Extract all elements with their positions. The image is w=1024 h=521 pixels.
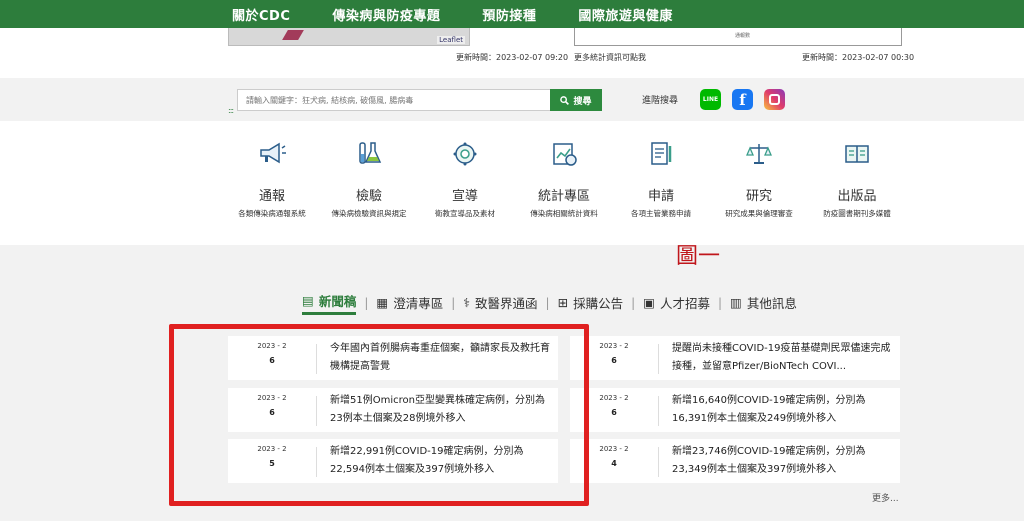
test-tube-icon: [359, 142, 382, 164]
virus-icon: [453, 142, 477, 166]
map-panel[interactable]: Leaflet: [228, 28, 470, 46]
chart-icon: [553, 143, 577, 166]
service-desc: 防疫圖書期刊多媒體: [823, 209, 891, 218]
top-navigation: 關於CDC 傳染病與防疫專題 預防接種 國際旅遊與健康: [0, 0, 1024, 28]
line-icon-label: LINE: [702, 96, 719, 103]
service-promotion[interactable]: 宣導 衛教宣導品及素材: [410, 140, 520, 219]
statistics-chart-panel: 通報數: [574, 28, 902, 46]
grip-dots-icon: :::: [228, 106, 234, 115]
service-lab-test[interactable]: 檢驗 傳染病檢驗資訊與規定: [314, 140, 424, 219]
search-input[interactable]: [237, 89, 551, 111]
chart-caption: 通報數: [735, 33, 751, 39]
tab-label: 其他訊息: [746, 295, 797, 311]
clipboard-icon: ▣: [643, 294, 655, 310]
scale-icon: [746, 144, 772, 164]
news-divider: [658, 396, 659, 426]
news-title[interactable]: 新增23,746例COVID-19確定病例，分別為23,349例本土個案及397…: [672, 443, 892, 481]
search-icon: [560, 95, 570, 105]
service-statistics[interactable]: 統計專區 傳染病相關統計資料: [509, 140, 619, 219]
tab-separator: |: [631, 296, 636, 310]
more-link[interactable]: 更多...: [872, 491, 899, 504]
tab-separator: |: [364, 296, 369, 310]
megaphone-icon: [260, 142, 286, 164]
facebook-icon-label: f: [739, 90, 746, 109]
nav-item-about[interactable]: 關於CDC: [232, 5, 290, 24]
service-application[interactable]: 申請 各項主管業務申請: [606, 140, 716, 219]
line-icon[interactable]: LINE: [700, 89, 721, 110]
service-publications[interactable]: 出版品 防疫圖書期刊多媒體: [802, 140, 912, 219]
news-item[interactable]: 2023 - 24 新增23,746例COVID-19確定病例，分別為23,34…: [570, 439, 900, 483]
tab-label: 採購公告: [573, 295, 624, 311]
facebook-icon[interactable]: f: [732, 89, 753, 110]
tab-separator: |: [717, 296, 722, 310]
tab-recruitment[interactable]: ▣ 人才招募: [643, 293, 710, 314]
more-statistics-link[interactable]: 更多統計資訊可點我: [574, 52, 646, 63]
instagram-ring: [769, 94, 780, 105]
document-icon: ▥: [730, 294, 742, 310]
service-title: 宣導: [451, 189, 478, 204]
advanced-search-link[interactable]: 進階搜尋: [642, 93, 678, 106]
highlight-box: [169, 324, 589, 506]
tab-medical-letters[interactable]: ⚕ 致醫界通函: [463, 293, 537, 314]
service-desc: 各項主管業務申請: [631, 209, 691, 218]
tab-separator: |: [451, 296, 456, 310]
service-title: 統計專區: [537, 189, 590, 204]
service-desc: 各類傳染病通報系統: [238, 209, 306, 218]
cart-icon: ⊞: [557, 294, 569, 310]
nav-item-diseases[interactable]: 傳染病與防疫專題: [332, 5, 440, 24]
tab-press-releases[interactable]: ▤ 新聞稿: [302, 291, 357, 315]
form-icon: [651, 142, 672, 165]
news-tabs: ▤ 新聞稿 | ▦ 澄清專區 | ⚕ 致醫界通函 | ⊞ 採購公告 | ▣ 人才招募 | …: [302, 291, 797, 315]
instagram-icon[interactable]: [764, 89, 785, 110]
newspaper-icon: ▤: [302, 293, 314, 308]
service-desc: 衛教宣導品及素材: [435, 209, 495, 218]
service-desc: 傳染病相關統計資料: [530, 209, 598, 218]
search-button-label: 搜尋: [573, 96, 592, 107]
service-report[interactable]: 通報 各類傳染病通報系統: [217, 140, 327, 219]
tab-label: 致醫界通函: [475, 295, 538, 311]
news-title[interactable]: 提醒尚未接種COVID-19疫苗基礎劑民眾儘速完成接種，並留意Pfizer/Bi…: [672, 340, 892, 378]
chart-update-time: 更新時間：2023-02-07 00:30: [802, 53, 915, 62]
tab-other-news[interactable]: ▥ 其他訊息: [730, 293, 797, 314]
search-button[interactable]: 搜尋: [550, 89, 602, 111]
service-research[interactable]: 研究 研究成果與倫理審查: [704, 140, 814, 219]
calendar-icon: ▦: [376, 294, 389, 310]
service-title: 研究: [745, 189, 772, 204]
tab-label: 澄清專區: [393, 295, 444, 311]
service-title: 檢驗: [355, 189, 382, 204]
news-item[interactable]: 2023 - 26 提醒尚未接種COVID-19疫苗基礎劑民眾儘速完成接種，並留…: [570, 336, 900, 380]
news-divider: [658, 447, 659, 477]
service-desc: 研究成果與倫理審查: [725, 209, 793, 218]
tab-clarifications[interactable]: ▦ 澄清專區: [376, 293, 443, 314]
tab-procurement[interactable]: ⊞ 採購公告: [558, 293, 624, 314]
map-attribution[interactable]: Leaflet: [437, 36, 465, 44]
service-title: 通報: [258, 189, 285, 204]
news-item[interactable]: 2023 - 26 新增16,640例COVID-19確定病例，分別為16,39…: [570, 388, 900, 432]
news-title[interactable]: 新增16,640例COVID-19確定病例，分別為16,391例本土個案及249…: [672, 392, 892, 430]
map-update-time: 更新時間：2023-02-07 09:20: [456, 53, 569, 62]
tab-label: 人才招募: [659, 295, 710, 311]
tab-label: 新聞稿: [318, 294, 357, 309]
figure-annotation: 圖一: [676, 244, 721, 269]
service-title: 申請: [647, 189, 674, 204]
tab-separator: |: [545, 296, 550, 310]
nav-item-travel[interactable]: 國際旅遊與健康: [578, 5, 673, 24]
news-divider: [658, 344, 659, 374]
book-icon: [845, 145, 869, 163]
stethoscope-icon: ⚕: [463, 294, 471, 310]
service-title: 出版品: [837, 189, 877, 204]
service-desc: 傳染病檢驗資訊與規定: [331, 209, 407, 218]
map-marker-icon: [282, 30, 304, 40]
nav-item-vaccination[interactable]: 預防接種: [482, 5, 536, 24]
